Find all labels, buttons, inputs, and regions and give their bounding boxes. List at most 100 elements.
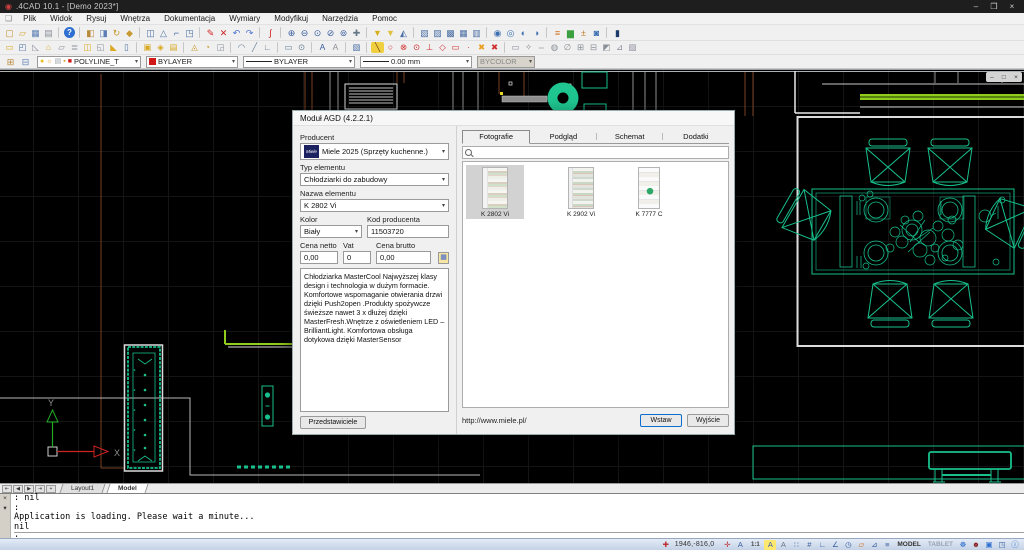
separator[interactable]: [183, 42, 185, 53]
calculator-icon[interactable]: ▦: [438, 252, 449, 264]
menu-item[interactable]: Wnętrza: [113, 13, 157, 25]
orbit-nw[interactable]: ◎: [504, 27, 517, 39]
wall[interactable]: ▭: [3, 42, 16, 53]
scale-ratio[interactable]: 1:1: [747, 540, 763, 550]
snap-nearest[interactable]: ╲: [371, 42, 384, 53]
zoom-extents[interactable]: ⊚: [337, 27, 350, 39]
erase[interactable]: ✕: [217, 27, 230, 39]
clean[interactable]: ✧: [522, 42, 535, 53]
name-select[interactable]: K 2802 Vi ▾: [300, 199, 449, 212]
dialog-tab[interactable]: Podgląd: [530, 130, 596, 143]
layer-bars[interactable]: ≡: [551, 27, 564, 39]
menu-item[interactable]: Plik: [16, 13, 43, 25]
product-thumbnail[interactable]: K 7777 C: [620, 165, 678, 219]
layout-nav-button[interactable]: ⇤: [2, 485, 12, 493]
separator[interactable]: [311, 42, 313, 53]
color-select[interactable]: BYLAYER ▾: [146, 56, 238, 68]
command-close-button[interactable]: ×: [3, 495, 7, 502]
insert-button[interactable]: Wstaw: [640, 414, 682, 427]
zoom-out[interactable]: ⊖: [298, 27, 311, 39]
polar-toggle[interactable]: ◷: [842, 540, 854, 550]
close-button[interactable]: ×: [1005, 2, 1019, 11]
text[interactable]: A: [316, 42, 329, 53]
separator[interactable]: [366, 42, 368, 53]
info[interactable]: ⓘ: [1009, 540, 1021, 550]
redo[interactable]: ↷: [243, 27, 256, 39]
menu-item[interactable]: Pomoc: [365, 13, 404, 25]
wall-end[interactable]: ◺: [29, 42, 42, 53]
linetype-select[interactable]: BYLAYER ▾: [243, 56, 355, 68]
layout-nav-button[interactable]: ⇥: [35, 485, 45, 493]
orbit-se[interactable]: ◐: [517, 27, 530, 39]
grid-plus[interactable]: ⊞: [574, 42, 587, 53]
section[interactable]: ±: [577, 27, 590, 39]
lineweight-toggle[interactable]: ≡: [881, 540, 893, 550]
cabinet[interactable]: ▣: [141, 42, 154, 53]
separator[interactable]: [546, 27, 548, 38]
layer-select[interactable]: ●☼▤▪■ POLYLINE_T ▾: [37, 56, 141, 68]
new-file[interactable]: ▢: [3, 27, 16, 39]
snap-none[interactable]: ✖: [488, 42, 501, 53]
layout-tab[interactable]: Model: [107, 484, 149, 493]
annotation-scale[interactable]: A: [734, 540, 746, 550]
orbit-ne[interactable]: ◉: [491, 27, 504, 39]
furniture[interactable]: ◈: [154, 42, 167, 53]
match-properties[interactable]: ◧: [84, 27, 97, 39]
group[interactable]: ◫: [144, 27, 157, 39]
pan[interactable]: ✚: [350, 27, 363, 39]
array[interactable]: ◳: [183, 27, 196, 39]
separator[interactable]: [259, 27, 261, 38]
cube-front[interactable]: ▨: [431, 27, 444, 39]
dialog-tab[interactable]: Schemat: [597, 130, 663, 143]
stretch[interactable]: ▭: [509, 42, 522, 53]
layout-nav-button[interactable]: ◀: [13, 485, 23, 493]
slice[interactable]: ∅: [561, 42, 574, 53]
menu-item[interactable]: Widok: [43, 13, 79, 25]
annotation-auto[interactable]: A: [764, 540, 776, 550]
annotation-visibility[interactable]: A: [777, 540, 789, 550]
window-element[interactable]: ◱: [94, 42, 107, 53]
dynamic-ucs-toggle[interactable]: ▱: [855, 540, 867, 550]
snap-center[interactable]: ○: [384, 42, 397, 53]
dialog-tab[interactable]: Fotografie: [462, 130, 530, 144]
monitor[interactable]: ▣: [983, 540, 995, 550]
polyline[interactable]: ∟: [261, 42, 274, 53]
corner[interactable]: ◩: [600, 42, 613, 53]
levels[interactable]: ≣: [68, 42, 81, 53]
line[interactable]: ╱: [248, 42, 261, 53]
material[interactable]: ▆: [564, 27, 577, 39]
lineweight-select[interactable]: 0.00 mm ▾: [360, 56, 472, 68]
snap-quadrant[interactable]: ⊙: [410, 42, 423, 53]
regen[interactable]: ∫: [264, 27, 277, 39]
dialog-tab[interactable]: Dodatki: [663, 130, 729, 143]
settings-gear[interactable]: ☸: [957, 540, 969, 550]
separator[interactable]: [199, 27, 201, 38]
separator[interactable]: [366, 27, 368, 38]
door[interactable]: ◫: [81, 42, 94, 53]
representatives-button[interactable]: Przedstawiciele: [300, 416, 366, 429]
separator[interactable]: [606, 27, 608, 38]
separator[interactable]: [277, 42, 279, 53]
type-select[interactable]: Chłodziarki do zabudowy ▾: [300, 173, 449, 186]
command-expand-button[interactable]: ▾: [3, 504, 6, 512]
mdi-minimize-button[interactable]: –: [990, 74, 994, 81]
wall-corner[interactable]: ◰: [16, 42, 29, 53]
ortho-toggle[interactable]: ∠: [829, 540, 841, 550]
producer-code-input[interactable]: 11503720: [367, 225, 449, 238]
model-indicator[interactable]: MODEL: [897, 541, 920, 548]
zoom-in[interactable]: ⊕: [285, 27, 298, 39]
explode[interactable]: △: [157, 27, 170, 39]
help[interactable]: ?: [64, 27, 75, 38]
snap-endpoint[interactable]: ▭: [449, 42, 462, 53]
align[interactable]: ⌐: [170, 27, 183, 39]
separator[interactable]: [413, 27, 415, 38]
color-select-dialog[interactable]: Biały ▾: [300, 225, 362, 238]
zoom-previous[interactable]: ⊘: [324, 27, 337, 39]
menu-item[interactable]: Rysuj: [79, 13, 113, 25]
equipment[interactable]: ◬: [188, 42, 201, 53]
grid-toggle[interactable]: #: [803, 540, 815, 550]
dynamic-input-toggle[interactable]: ⊿: [868, 540, 880, 550]
mdi-close-button[interactable]: ×: [1014, 74, 1018, 81]
column[interactable]: ▯: [120, 42, 133, 53]
separator[interactable]: [139, 27, 141, 38]
